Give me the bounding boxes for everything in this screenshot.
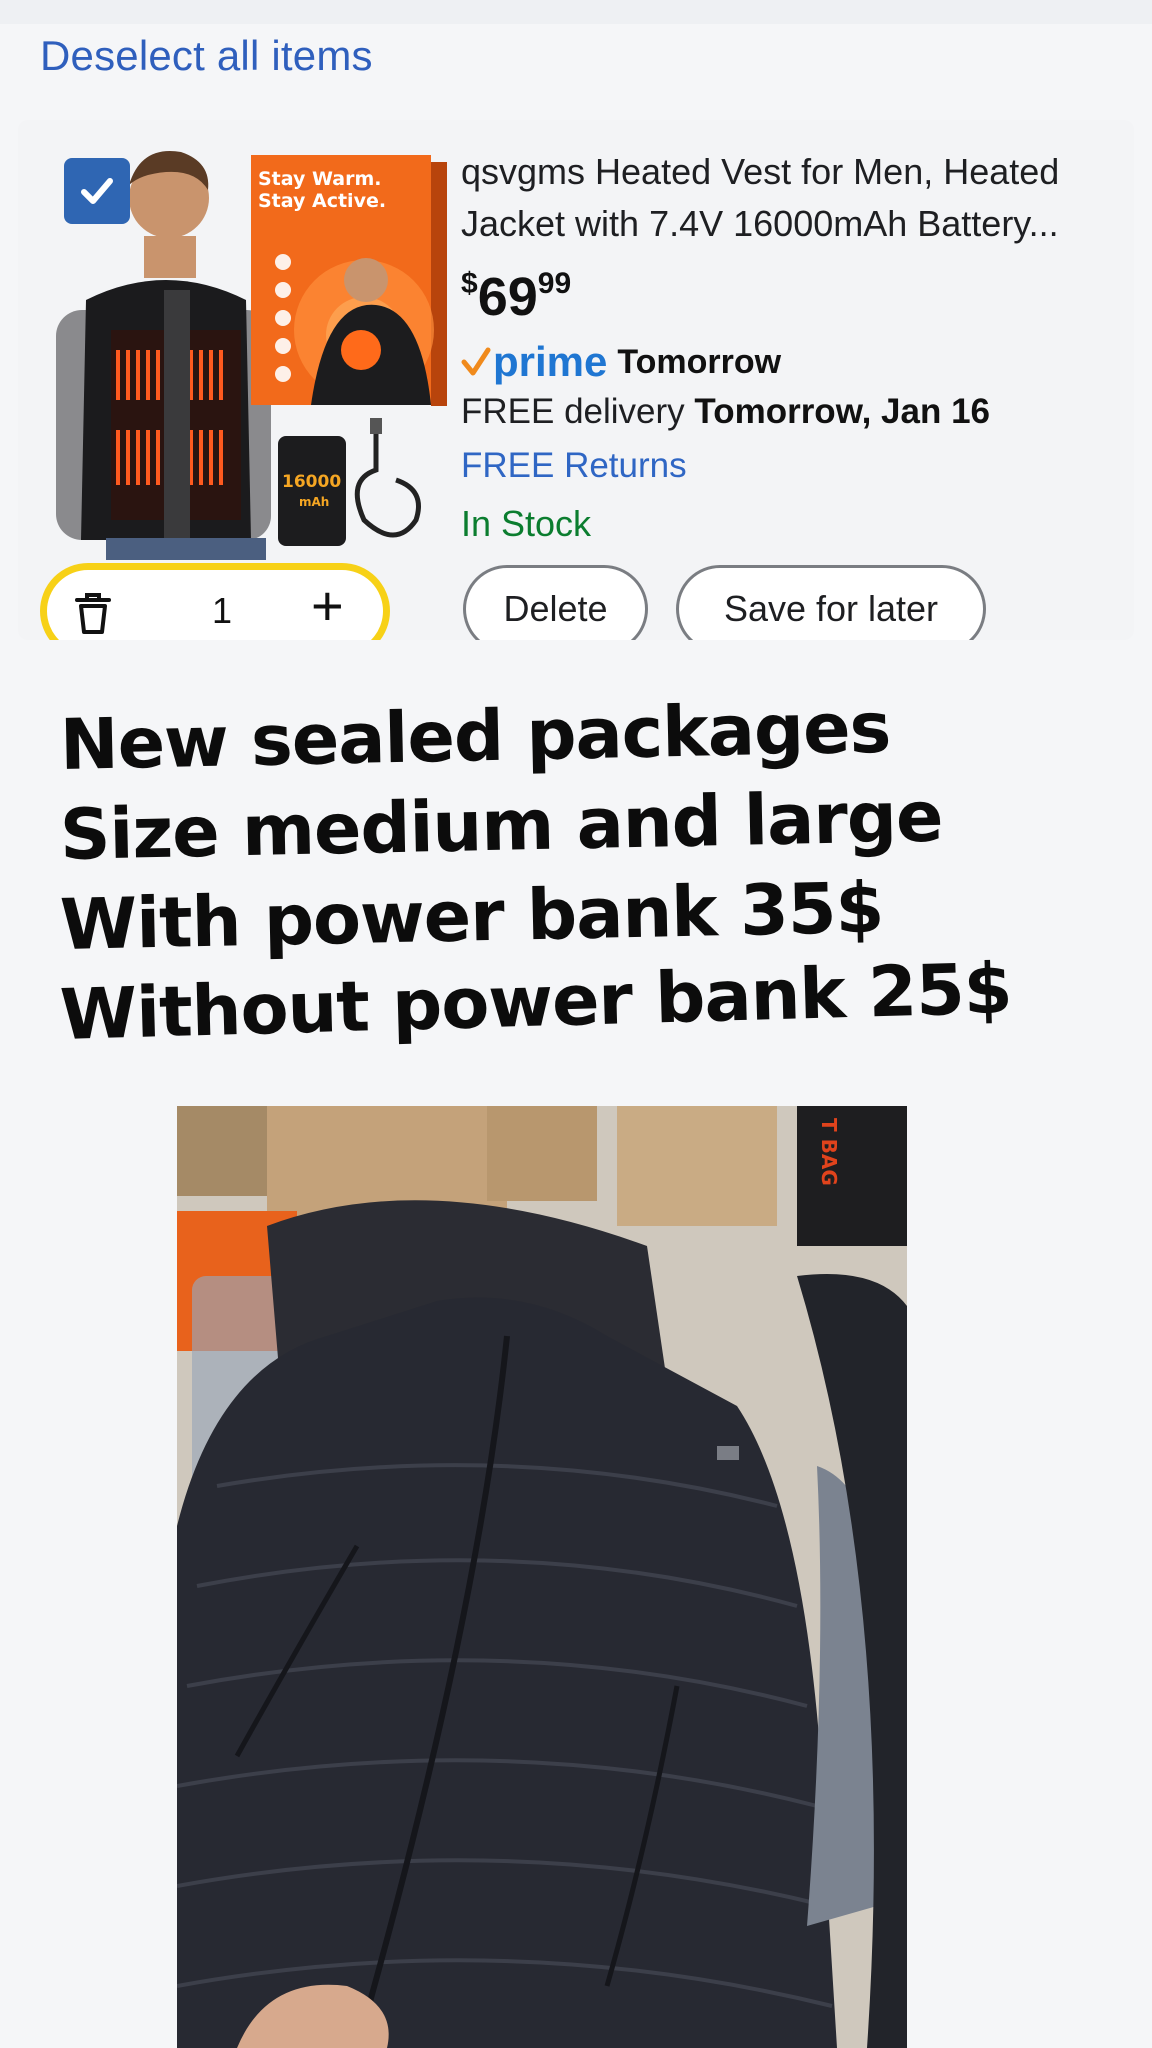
checkmark-icon	[81, 178, 113, 204]
svg-text:mAh: mAh	[299, 495, 329, 509]
vest-photo: T BAG	[177, 1106, 907, 2048]
post-caption: New sealed packages Size medium and larg…	[59, 687, 1120, 1060]
prime-delivery-when: Tomorrow	[617, 342, 782, 381]
prime-label: prime	[493, 338, 608, 385]
svg-text:Stay Active.: Stay Active.	[258, 190, 386, 212]
quantity-stepper[interactable]: 1 +	[40, 563, 390, 640]
quantity-value: 1	[212, 590, 233, 631]
product-price: $6999	[461, 266, 571, 328]
product-title[interactable]: qsvgms Heated Vest for Men, Heated Jacke…	[461, 146, 1121, 250]
cart-item-card: Stay Warm. Stay Active. 16000 mAh qsvgms…	[18, 120, 1134, 640]
item-checkbox[interactable]	[64, 158, 130, 224]
prime-check-icon	[461, 347, 491, 376]
free-returns-link[interactable]: FREE Returns	[461, 446, 687, 486]
price-cents: 99	[537, 267, 572, 300]
price-whole: 69	[477, 267, 538, 327]
svg-text:16000: 16000	[282, 472, 341, 492]
delete-button[interactable]: Delete	[463, 565, 648, 640]
stock-status: In Stock	[461, 503, 592, 544]
delivery-info: FREE delivery Tomorrow, Jan 16	[461, 392, 990, 432]
deselect-all-link[interactable]: Deselect all items	[40, 32, 373, 80]
save-for-later-button[interactable]: Save for later	[676, 565, 986, 640]
product-box-graphic: Stay Warm. Stay Active.	[251, 155, 447, 406]
increase-quantity-button[interactable]: +	[311, 578, 344, 634]
trash-icon[interactable]	[73, 592, 113, 636]
price-currency: $	[461, 267, 478, 300]
status-strip	[0, 0, 1152, 24]
power-bank-graphic: 16000 mAh	[278, 418, 421, 546]
delivery-prefix: FREE delivery	[461, 392, 685, 431]
svg-text:T BAG: T BAG	[817, 1118, 841, 1186]
delivery-date: Tomorrow, Jan 16	[694, 392, 991, 431]
prime-badge: prime Tomorrow	[461, 338, 781, 386]
svg-text:Stay Warm.: Stay Warm.	[258, 168, 382, 190]
main-vest	[177, 1297, 837, 2048]
